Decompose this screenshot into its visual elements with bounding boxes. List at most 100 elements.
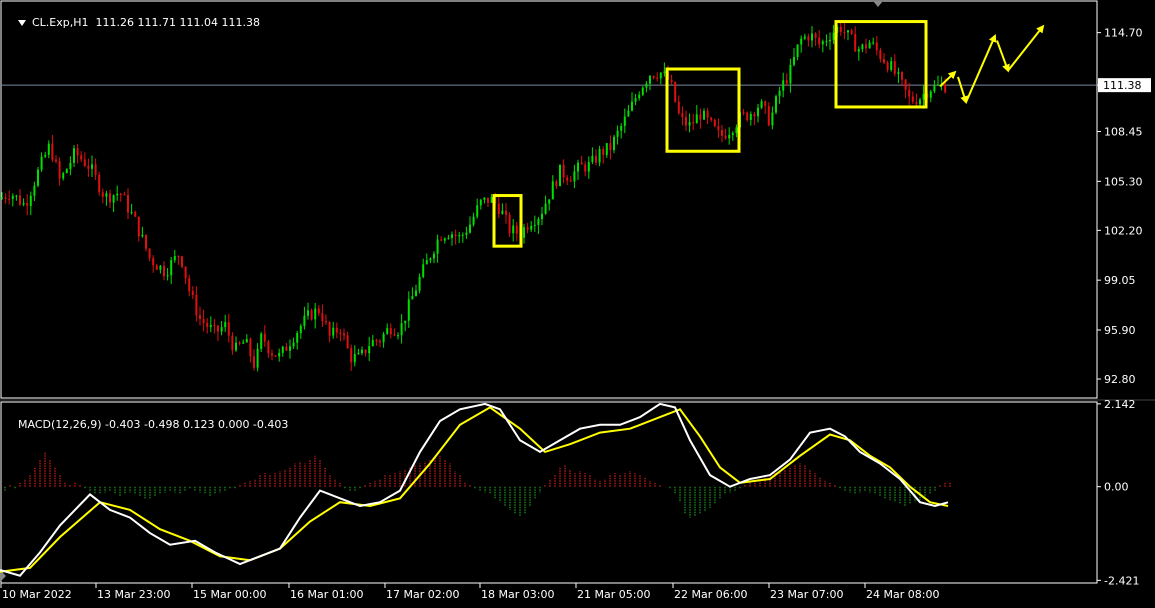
candle-body (227, 322, 230, 336)
candle-body (505, 210, 507, 215)
candle-body (548, 199, 551, 204)
candle-body (357, 353, 360, 355)
projection-arrow (965, 33, 997, 103)
candle-body (271, 353, 273, 356)
ohlc-values: 111.26 111.71 111.04 111.38 (95, 16, 260, 29)
candle-body (184, 266, 187, 279)
candle-body (674, 81, 677, 102)
shift-marker-icon (873, 1, 883, 7)
candle-body (278, 352, 281, 357)
candle-body (173, 255, 176, 261)
candle-body (562, 164, 565, 178)
candle-body (19, 195, 21, 205)
candle-body (868, 42, 871, 49)
candle-body (202, 318, 205, 323)
candle-body (688, 122, 691, 126)
time-tick-label: 21 Mar 05:00 (577, 588, 650, 601)
price-tick-label: 92.80 (1104, 373, 1136, 386)
candle-body (263, 333, 266, 342)
candle-body (130, 212, 133, 214)
candle-body (371, 340, 374, 347)
candle-body (177, 255, 180, 257)
candle-body (155, 265, 158, 270)
candle-body (397, 335, 399, 337)
candle-body (285, 346, 288, 351)
candle-body (717, 126, 720, 131)
candle-body (789, 64, 792, 84)
candle-body (811, 33, 813, 41)
candle-body (335, 327, 338, 333)
candle-body (235, 342, 237, 351)
candle-body (447, 237, 450, 239)
macd-tick-label: 0.00 (1104, 481, 1129, 494)
candle-body (105, 193, 108, 197)
candle-body (256, 348, 259, 368)
symbol-label: CL.Exp,H1 (32, 16, 89, 29)
candle-body (101, 192, 104, 197)
candle-body (879, 50, 882, 59)
candle-body (530, 225, 533, 230)
candle-body (497, 203, 500, 214)
candle-body (850, 30, 853, 34)
candle-body (713, 119, 716, 127)
time-axis: 10 Mar 2022 13 Mar 23:00 15 Mar 00:00 16 Ma… (0, 583, 939, 601)
candle-body (742, 112, 745, 114)
candle-body (749, 113, 752, 120)
candle-body (591, 155, 594, 163)
candle-body (857, 49, 860, 52)
candle-body (73, 148, 75, 163)
candle-body (483, 197, 486, 200)
candle-body (260, 333, 263, 349)
candle-body (613, 136, 615, 150)
time-tick-label: 22 Mar 06:00 (674, 588, 747, 601)
chart-frame (0, 0, 1155, 584)
candle-body (922, 93, 925, 100)
candle-body (472, 216, 475, 225)
candle-body (242, 342, 245, 344)
candle-body (195, 294, 198, 316)
candles (1, 22, 947, 372)
candle-body (353, 354, 356, 363)
candle-body (425, 260, 428, 265)
time-tick-label: 16 Mar 01:00 (290, 588, 363, 601)
candle-body (292, 342, 295, 347)
price-tick-label: 108.45 (1104, 125, 1143, 138)
candle-body (929, 91, 932, 98)
candle-body (465, 232, 468, 235)
candle-body (760, 101, 763, 108)
candle-body (631, 101, 633, 111)
candle-body (793, 57, 795, 65)
candle-body (814, 33, 817, 38)
projection-arrow (957, 76, 969, 105)
candle-body (620, 125, 623, 131)
candle-body (627, 110, 630, 117)
candle-body (11, 196, 14, 199)
candle-body (731, 133, 734, 135)
candle-body (137, 216, 140, 237)
candle-body (249, 339, 252, 357)
candle-body (706, 110, 709, 118)
collapse-triangle-icon[interactable] (18, 20, 26, 26)
candle-body (404, 320, 407, 324)
candle-body (523, 227, 525, 238)
candle-body (638, 94, 641, 99)
candle-body (141, 234, 144, 237)
candle-body (4, 197, 7, 199)
candle-body (839, 26, 842, 32)
macd-tick-label: 2.142 (1104, 398, 1136, 411)
candle-body (476, 205, 479, 217)
time-tick-label: 13 Mar 23:00 (97, 588, 170, 601)
candle-body (699, 114, 702, 120)
candle-body (469, 224, 471, 233)
candle-body (274, 355, 277, 357)
price-tick-label: 105.30 (1104, 175, 1143, 188)
candle-body (181, 256, 183, 267)
candle-body (47, 143, 50, 155)
candle-body (343, 333, 345, 336)
candle-body (652, 76, 655, 78)
candle-body (188, 278, 191, 292)
candle-body (440, 239, 443, 241)
candle-body (80, 155, 83, 160)
candle-body (818, 37, 821, 45)
candle-body (407, 299, 410, 321)
